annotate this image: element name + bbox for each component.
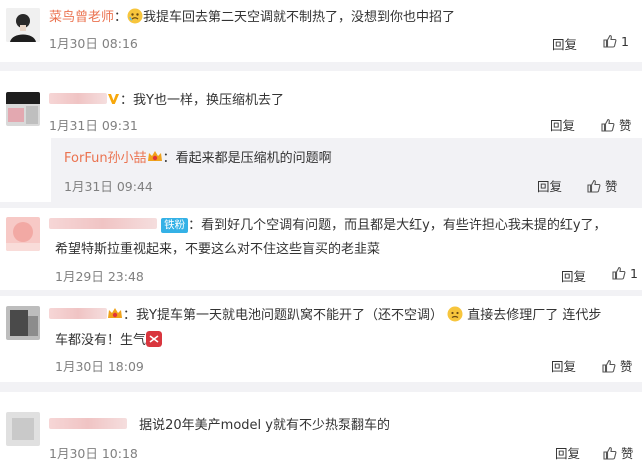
- thumb-up-icon: [602, 359, 616, 373]
- reply-line: ForFun孙小喆 ：看起来都是压缩机的问题啊: [64, 150, 332, 168]
- like-button[interactable]: 1: [603, 34, 629, 49]
- avatar[interactable]: [6, 8, 40, 42]
- like-button[interactable]: 赞: [603, 443, 634, 462]
- colon: ：: [188, 218, 202, 233]
- colon: ：: [162, 151, 176, 166]
- like-label: 赞: [604, 179, 618, 194]
- comment-text: 车都没有！生气: [55, 333, 147, 348]
- reply-button[interactable]: 回复: [550, 115, 575, 134]
- like-button[interactable]: 1: [612, 266, 638, 281]
- separator: [0, 382, 642, 392]
- comment-timestamp: 1月29日 23:48: [55, 269, 144, 284]
- separator: [0, 202, 642, 208]
- reply-button[interactable]: 回复: [551, 356, 576, 375]
- reply-button[interactable]: 回复: [561, 266, 586, 285]
- author-blurred[interactable]: [49, 418, 127, 429]
- avatar-portrait-icon: [6, 8, 40, 42]
- thumb-up-icon: [603, 446, 617, 460]
- like-button[interactable]: 赞: [587, 176, 618, 195]
- verified-v-icon: [108, 94, 119, 104]
- emoji-icon: [146, 331, 163, 347]
- comment-text-line2: 希望特斯拉重视起来，不要这么对不住这些盲买的老韭菜: [55, 242, 381, 257]
- thumb-up-icon: [601, 118, 615, 132]
- like-button[interactable]: 赞: [602, 356, 633, 375]
- like-label: 赞: [619, 359, 633, 374]
- comment-line: 铁粉 ：看到好几个空调有问题，而且都是大红y，有些许担心我未提的红y了，: [49, 217, 607, 235]
- reply-button[interactable]: 回复: [537, 176, 562, 195]
- comment-timestamp: 1月30日 08:16: [49, 36, 138, 51]
- comment-text-cont: 直接去修理厂了 连代步: [467, 308, 602, 323]
- avatar[interactable]: [6, 306, 40, 340]
- comment-line: ：我Y也一样，换压缩机去了: [49, 92, 284, 110]
- comment-text-line2: 车都没有！生气: [55, 331, 163, 350]
- reply-button[interactable]: 回复: [552, 34, 577, 53]
- colon: ：: [123, 308, 137, 323]
- reply-text: 看起来都是压缩机的问题啊: [175, 151, 332, 166]
- colon: ：: [114, 10, 128, 25]
- emoji-icon: [447, 306, 463, 322]
- colon: ：: [120, 93, 134, 108]
- separator: [0, 62, 642, 71]
- separator: [0, 290, 642, 296]
- like-button[interactable]: 赞: [601, 115, 632, 134]
- comment-text: 我提车回去第二天空调就不制热了，没想到你也中招了: [143, 10, 456, 25]
- comment-line: 菜鸟曾老师： 我提车回去第二天空调就不制热了，没想到你也中招了: [49, 8, 455, 27]
- avatar-blurred-pink-icon: [6, 217, 40, 251]
- fan-badge: 铁粉: [161, 218, 189, 233]
- author-blurred[interactable]: [49, 218, 157, 229]
- like-label: 赞: [620, 446, 634, 461]
- reply-timestamp: 1月31日 09:44: [64, 179, 153, 194]
- emoji-icon: [127, 8, 143, 24]
- author-blurred[interactable]: [49, 93, 107, 104]
- avatar-blurred-grey-icon: [6, 412, 40, 446]
- comment-text: 我Y也一样，换压缩机去了: [133, 93, 284, 108]
- author-blurred[interactable]: [49, 308, 107, 319]
- like-count: 1: [620, 34, 629, 49]
- thumb-up-icon: [587, 179, 601, 193]
- avatar-blurred-icon: [6, 92, 40, 126]
- comment-line: ：我Y提车第一天就电池问题趴窝不能开了（还不空调） 直接去修理厂了 连代步: [49, 306, 601, 325]
- comment-timestamp: 1月31日 09:31: [49, 118, 138, 133]
- reply-button[interactable]: 回复: [555, 443, 580, 462]
- comment-author[interactable]: 菜鸟曾老师: [49, 10, 114, 25]
- fan-crown-icon: [108, 308, 122, 318]
- comment-text: 据说20年美产model y就有不少热泵翻车的: [139, 418, 390, 433]
- comment-timestamp: 1月30日 10:18: [49, 446, 138, 461]
- avatar[interactable]: [6, 92, 40, 126]
- like-label: 赞: [618, 118, 632, 133]
- comment-text: 我Y提车第一天就电池问题趴窝不能开了（还不空调）: [136, 308, 443, 323]
- thumb-up-icon: [612, 266, 626, 280]
- comment-line: 据说20年美产model y就有不少热泵翻车的: [49, 417, 390, 435]
- avatar[interactable]: [6, 412, 40, 446]
- avatar-blurred-dark-icon: [6, 306, 40, 340]
- thumb-up-icon: [603, 34, 617, 48]
- comment-text: 看到好几个空调有问题，而且都是大红y，有些许担心我未提的红y了，: [201, 218, 607, 233]
- like-count: 1: [629, 266, 638, 281]
- avatar[interactable]: [6, 217, 40, 251]
- fan-crown-icon: [147, 151, 162, 161]
- reply-author[interactable]: ForFun孙小喆: [64, 151, 147, 166]
- comment-timestamp: 1月30日 18:09: [55, 359, 144, 374]
